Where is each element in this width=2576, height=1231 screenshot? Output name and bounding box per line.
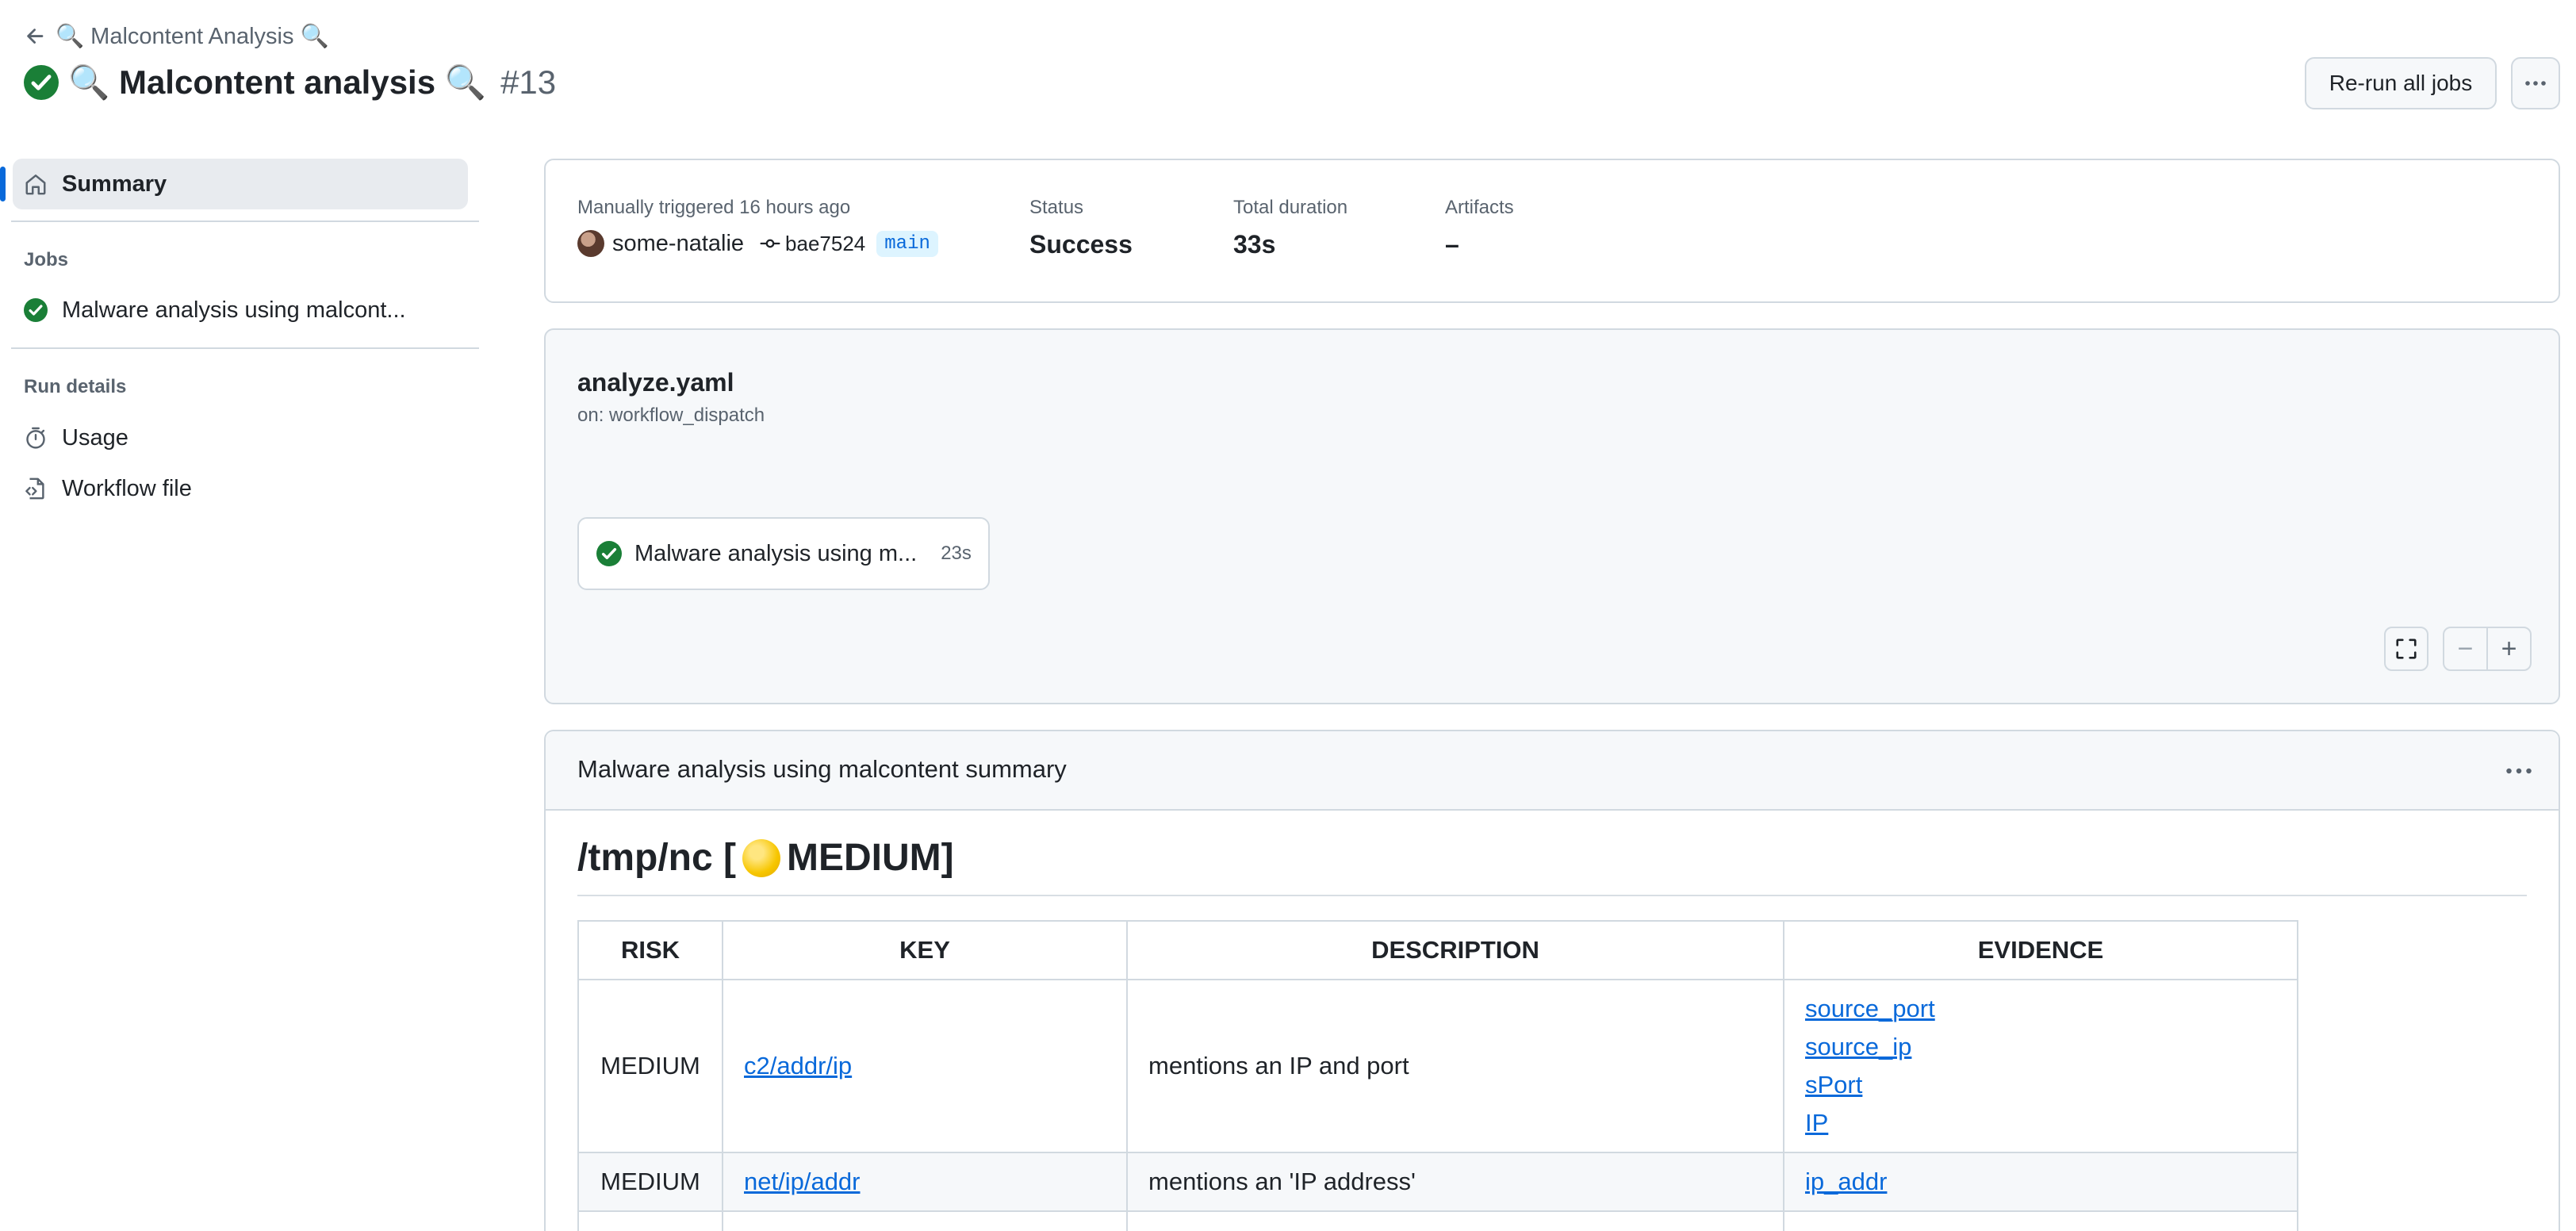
sidebar-item-label: Usage — [62, 424, 128, 451]
job-node-duration: 23s — [941, 543, 972, 564]
sidebar-item-job[interactable]: Malware analysis using malcont... — [24, 290, 406, 330]
run-number: #13 — [500, 63, 557, 101]
actor-name[interactable]: some-natalie — [612, 231, 744, 257]
avatar — [577, 230, 604, 257]
sidebar-item-summary[interactable]: Summary — [0, 159, 468, 209]
status-label: Status — [1029, 197, 1084, 218]
duration-value: 33s — [1233, 230, 1276, 259]
column-header: DESCRIPTION — [1126, 920, 1784, 980]
check-circle-icon — [24, 298, 48, 322]
commit-icon — [760, 239, 780, 248]
check-circle-icon — [596, 541, 622, 566]
sidebar-item-workflow-file[interactable]: Workflow file — [24, 469, 192, 508]
key-cell: net/ip/addr — [722, 1152, 1128, 1212]
heading-divider — [577, 895, 2527, 896]
column-header: EVIDENCE — [1783, 920, 2298, 980]
key-cell — [722, 1210, 1128, 1231]
evidence-link[interactable]: ip_addr — [1805, 1168, 1887, 1195]
rerun-all-jobs-button[interactable]: Re-run all jobs — [2305, 57, 2497, 109]
breadcrumb[interactable]: 🔍 Malcontent Analysis 🔍 — [24, 21, 329, 52]
file-heading: /tmp/nc [ MEDIUM] — [577, 836, 954, 880]
more-options-button[interactable] — [2511, 57, 2560, 109]
fullscreen-icon — [2396, 639, 2417, 659]
description-cell: mentions an IP and port — [1126, 979, 1784, 1153]
trigger-text: Manually triggered 16 hours ago — [577, 197, 851, 218]
check-circle-icon — [24, 65, 59, 100]
description-cell — [1126, 1210, 1784, 1231]
evidence-cell: ip_addr — [1783, 1152, 2298, 1212]
stopwatch-icon — [26, 427, 45, 449]
risk-cell: MEDIUM — [577, 979, 723, 1153]
workflow-file-name: analyze.yaml — [577, 368, 734, 397]
evidence-link[interactable]: source_ip — [1805, 1033, 1911, 1060]
file-risk-level: MEDIUM] — [787, 837, 954, 879]
zoom-in-icon: + — [2501, 633, 2517, 664]
file-code-icon — [25, 477, 44, 500]
zoom-controls: − + — [2443, 627, 2532, 671]
risk-table: RISK KEY DESCRIPTION EVIDENCE MEDIUM c2/… — [577, 920, 2298, 1231]
artifacts-value: – — [1445, 230, 1459, 259]
zoom-out-button[interactable]: − — [2444, 628, 2488, 669]
sidebar-heading-run-details: Run details — [24, 376, 127, 397]
column-header: RISK — [577, 920, 723, 980]
commit-link[interactable]: bae7524 — [760, 232, 865, 256]
risk-cell: MEDIUM — [577, 1152, 723, 1212]
summary-header: Malware analysis using malcontent summar… — [546, 731, 2559, 811]
summary-more-button[interactable] — [2503, 755, 2535, 791]
sidebar-item-label: Workflow file — [62, 475, 192, 501]
key-link[interactable]: c2/addr/ip — [744, 1052, 852, 1080]
page-title: 🔍 Malcontent analysis 🔍 #13 — [24, 60, 556, 105]
workflow-trigger: on: workflow_dispatch — [577, 405, 765, 426]
job-summary-card: Malware analysis using malcontent summar… — [544, 730, 2560, 1231]
commit-sha: bae7524 — [785, 231, 866, 255]
yellow-circle-icon — [742, 838, 780, 877]
duration-label: Total duration — [1233, 197, 1348, 218]
job-node[interactable]: Malware analysis using m... 23s — [577, 517, 990, 590]
description-cell: mentions an 'IP address' — [1126, 1152, 1784, 1212]
table-row: MEDIUM net/ip/addr mentions an 'IP addre… — [577, 1152, 2298, 1212]
key-link[interactable]: net/ip/addr — [744, 1168, 861, 1195]
evidence-link[interactable]: sPort — [1805, 1071, 1862, 1099]
table-row: MEDIUM c2/addr/ip mentions an IP and por… — [577, 979, 2298, 1153]
sidebar-divider — [11, 347, 479, 349]
arrow-left-icon — [27, 29, 44, 44]
workflow-run-title: 🔍 Malcontent analysis 🔍 — [68, 63, 487, 101]
run-info-card: Manually triggered 16 hours ago some-nat… — [544, 159, 2560, 303]
column-header: KEY — [722, 920, 1128, 980]
key-cell: c2/addr/ip — [722, 979, 1128, 1153]
status-value: Success — [1029, 230, 1133, 259]
sidebar-divider — [11, 221, 479, 222]
sidebar-item-usage[interactable]: Usage — [24, 418, 128, 458]
evidence-cell: source_port source_ip sPort IP — [1783, 979, 2298, 1153]
job-node-name: Malware analysis using m... — [634, 540, 918, 566]
summary-title: Malware analysis using malcontent summar… — [577, 755, 1067, 783]
kebab-horizontal-icon — [2506, 768, 2532, 774]
evidence-cell — [1783, 1210, 2298, 1231]
kebab-horizontal-icon — [2525, 81, 2546, 86]
evidence-link[interactable]: IP — [1805, 1109, 1828, 1137]
zoom-in-button[interactable]: + — [2488, 628, 2530, 669]
table-header-row: RISK KEY DESCRIPTION EVIDENCE — [577, 920, 2298, 980]
zoom-out-icon: − — [2457, 633, 2474, 664]
back-link-label[interactable]: 🔍 Malcontent Analysis 🔍 — [56, 23, 329, 50]
fullscreen-button[interactable] — [2384, 627, 2428, 671]
table-row — [577, 1210, 2298, 1231]
evidence-link[interactable]: source_port — [1805, 995, 1935, 1022]
sidebar-heading-jobs: Jobs — [24, 249, 69, 270]
artifacts-label: Artifacts — [1445, 197, 1514, 218]
file-path: /tmp/nc [ — [577, 837, 736, 879]
sidebar-item-label: Malware analysis using malcont... — [62, 297, 406, 323]
home-icon — [25, 174, 46, 195]
branch-badge[interactable]: main — [876, 230, 938, 257]
risk-cell — [577, 1210, 723, 1231]
sidebar-item-label: Summary — [62, 171, 167, 197]
run-actor: some-natalie bae7524 main — [577, 230, 938, 257]
workflow-graph-card: analyze.yaml on: workflow_dispatch Malwa… — [544, 328, 2560, 704]
